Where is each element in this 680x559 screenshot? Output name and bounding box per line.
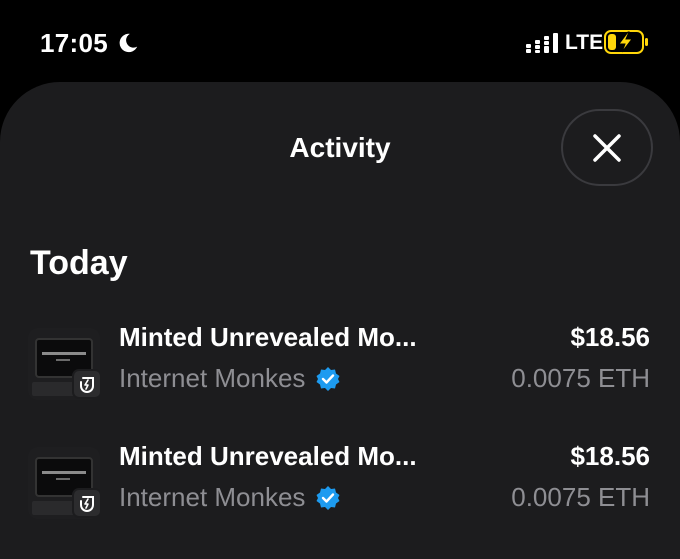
close-button[interactable] [561,109,653,186]
verified-icon [316,485,340,510]
close-icon [593,133,621,162]
activity-row[interactable]: Minted Unrevealed Mo... Internet Monkes … [0,441,680,547]
collection-name: Internet Monkes [119,363,306,393]
activity-collection: Internet Monkes [119,363,341,394]
activity-title: Minted Unrevealed Mo... [119,441,417,471]
signal-bars-icon [526,33,558,53]
status-bar: 17:05 LTE [0,0,680,82]
activity-eth-amount: 0.0075 ETH [511,482,650,512]
activity-eth-amount: 0.0075 ETH [511,363,650,393]
activity-usd-amount: $18.56 [570,322,650,352]
activity-collection: Internet Monkes [119,482,341,513]
mint-icon [80,496,94,512]
network-label: LTE [565,31,604,54]
mint-icon [80,377,94,393]
mint-badge [72,369,102,399]
collection-name: Internet Monkes [119,482,306,512]
mint-badge [72,488,102,518]
activity-usd-amount: $18.56 [570,441,650,471]
battery-charging-icon [604,30,648,54]
moon-icon [119,33,138,53]
status-time: 17:05 [40,28,108,58]
verified-icon [316,366,340,391]
section-heading-today: Today [30,244,128,282]
activity-row[interactable]: Minted Unrevealed Mo... Internet Monkes … [0,322,680,428]
activity-sheet: Activity Today Minted Unrevealed Mo... I… [0,82,680,559]
activity-title: Minted Unrevealed Mo... [119,322,417,352]
